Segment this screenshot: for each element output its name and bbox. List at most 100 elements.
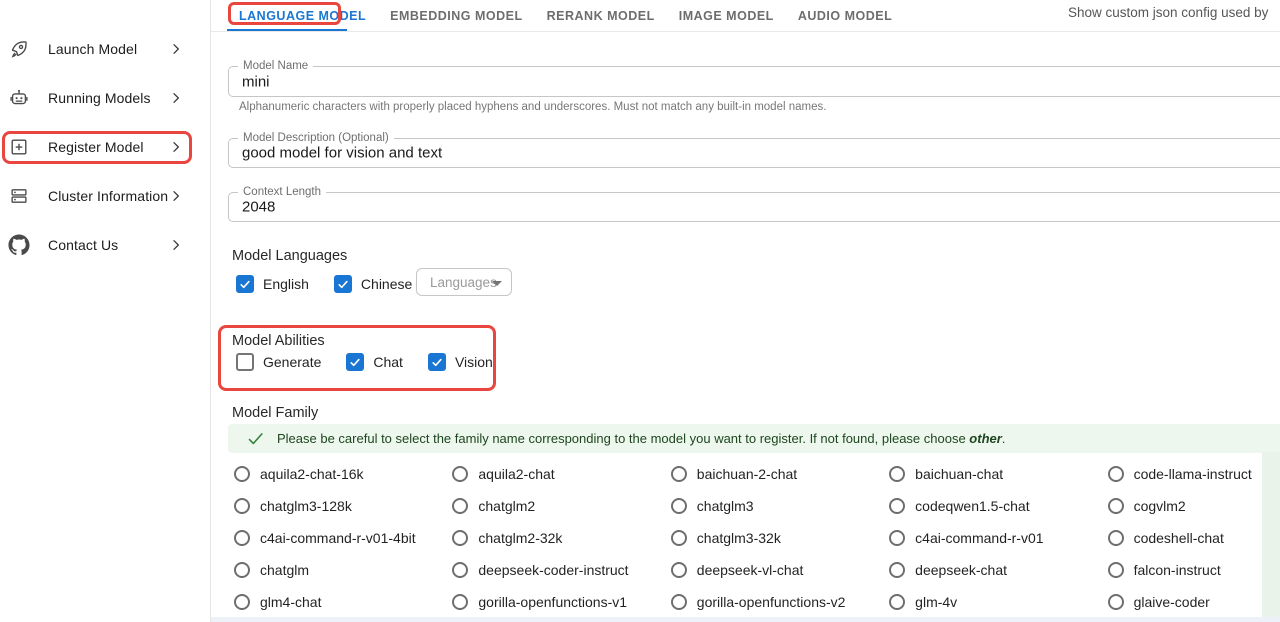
model-abilities-heading: Model Abilities xyxy=(232,333,325,349)
model-description-field[interactable]: Model Description (Optional) good model … xyxy=(228,138,1280,168)
languages-select-placeholder: Languages xyxy=(430,275,497,290)
ability-vision-checkbox[interactable]: Vision xyxy=(428,353,503,371)
model-family-option-label: chatglm3-128k xyxy=(260,498,352,514)
radio-icon xyxy=(889,498,905,514)
model-family-option-code-llama-instruct[interactable]: code-llama-instruct xyxy=(1104,458,1280,490)
radio-icon xyxy=(234,562,250,578)
radio-icon xyxy=(671,530,687,546)
model-abilities-group: Generate Chat Vision xyxy=(236,353,518,371)
model-family-option-label: baichuan-2-chat xyxy=(697,466,797,482)
radio-icon xyxy=(671,562,687,578)
model-family-option-chatglm3[interactable]: chatglm3 xyxy=(667,490,885,522)
language-english-checkbox[interactable]: English xyxy=(236,275,319,293)
model-family-option-gorilla-openfunctions-v1[interactable]: gorilla-openfunctions-v1 xyxy=(448,586,666,618)
model-family-option-chatglm3-128k[interactable]: chatglm3-128k xyxy=(230,490,448,522)
model-family-option-glm4-chat[interactable]: glm4-chat xyxy=(230,586,448,618)
model-family-option-aquila2-chat[interactable]: aquila2-chat xyxy=(448,458,666,490)
model-family-option-chatglm3-32k[interactable]: chatglm3-32k xyxy=(667,522,885,554)
tab-image-model[interactable]: IMAGE MODEL xyxy=(667,0,786,31)
model-family-option-label: baichuan-chat xyxy=(915,466,1003,482)
model-family-option-c4ai-command-r-v01[interactable]: c4ai-command-r-v01 xyxy=(885,522,1103,554)
model-family-option-baichuan-2-chat[interactable]: baichuan-2-chat xyxy=(667,458,885,490)
register-model-page: Launch Model Running Models Register Mod… xyxy=(0,0,1280,622)
model-family-option-glaive-coder[interactable]: glaive-coder xyxy=(1104,586,1280,618)
sidebar-item-label: Running Models xyxy=(48,90,151,106)
model-family-option-codeshell-chat[interactable]: codeshell-chat xyxy=(1104,522,1280,554)
github-icon xyxy=(8,234,30,256)
model-family-option-chatglm2[interactable]: chatglm2 xyxy=(448,490,666,522)
sidebar-item-register-model[interactable]: Register Model xyxy=(0,129,210,165)
tab-language-model[interactable]: LANGUAGE MODEL xyxy=(227,0,378,31)
model-family-option-aquila2-chat-16k[interactable]: aquila2-chat-16k xyxy=(230,458,448,490)
ability-generate-checkbox[interactable]: Generate xyxy=(236,353,331,371)
tab-embedding-model[interactable]: EMBEDDING MODEL xyxy=(378,0,535,31)
radio-icon xyxy=(671,466,687,482)
model-family-option-falcon-instruct[interactable]: falcon-instruct xyxy=(1104,554,1280,586)
model-family-option-deepseek-chat[interactable]: deepseek-chat xyxy=(885,554,1103,586)
radio-icon xyxy=(234,530,250,546)
checkbox-label: Chat xyxy=(373,354,403,370)
sidebar-item-label: Cluster Information xyxy=(48,188,168,204)
chevron-right-icon xyxy=(168,188,184,204)
cluster-icon xyxy=(8,185,30,207)
checkbox-label: English xyxy=(263,276,309,292)
model-family-option-deepseek-coder-instruct[interactable]: deepseek-coder-instruct xyxy=(448,554,666,586)
dropdown-caret-icon xyxy=(492,281,502,286)
radio-icon xyxy=(452,466,468,482)
model-name-field[interactable]: Model Name mini xyxy=(228,66,1280,97)
model-family-option-label: gorilla-openfunctions-v2 xyxy=(697,594,846,610)
radio-icon xyxy=(1108,562,1124,578)
languages-select[interactable]: Languages xyxy=(416,268,512,296)
model-family-options: aquila2-chat-16k aquila2-chat baichuan-2… xyxy=(230,458,1280,618)
model-family-option-label: aquila2-chat-16k xyxy=(260,466,364,482)
tab-audio-model[interactable]: AUDIO MODEL xyxy=(786,0,904,31)
sidebar-item-cluster-information[interactable]: Cluster Information xyxy=(0,178,210,214)
model-family-option-c4ai-command-r-v01-4bit[interactable]: c4ai-command-r-v01-4bit xyxy=(230,522,448,554)
sidebar-item-launch-model[interactable]: Launch Model xyxy=(0,31,210,67)
language-chinese-checkbox[interactable]: Chinese xyxy=(334,275,422,293)
checkbox-label: Vision xyxy=(455,354,493,370)
model-family-option-baichuan-chat[interactable]: baichuan-chat xyxy=(885,458,1103,490)
ability-chat-checkbox[interactable]: Chat xyxy=(346,353,413,371)
model-name-label: Model Name xyxy=(238,60,313,72)
checkbox-label: Chinese xyxy=(361,276,412,292)
model-family-option-deepseek-vl-chat[interactable]: deepseek-vl-chat xyxy=(667,554,885,586)
sidebar-item-contact-us[interactable]: Contact Us xyxy=(0,227,210,263)
context-length-field[interactable]: Context Length 2048 xyxy=(228,192,1280,222)
context-length-value: 2048 xyxy=(242,199,275,216)
radio-icon xyxy=(1108,466,1124,482)
radio-icon xyxy=(234,594,250,610)
model-family-option-label: deepseek-vl-chat xyxy=(697,562,804,578)
model-family-option-label: glm4-chat xyxy=(260,594,321,610)
model-family-option-cogvlm2[interactable]: cogvlm2 xyxy=(1104,490,1280,522)
model-family-option-label: code-llama-instruct xyxy=(1134,466,1252,482)
model-description-label: Model Description (Optional) xyxy=(238,132,394,144)
checkbox-checked-icon xyxy=(428,353,446,371)
show-json-config-link[interactable]: Show custom json config used by xyxy=(1068,5,1268,20)
radio-icon xyxy=(452,530,468,546)
radio-icon xyxy=(671,498,687,514)
model-family-option-label: deepseek-coder-instruct xyxy=(478,562,628,578)
right-edge-panel-sliver xyxy=(1262,452,1280,622)
model-family-option-label: glm-4v xyxy=(915,594,957,610)
model-family-option-gorilla-openfunctions-v2[interactable]: gorilla-openfunctions-v2 xyxy=(667,586,885,618)
model-family-option-label: glaive-coder xyxy=(1134,594,1210,610)
model-family-option-codeqwen1-5-chat[interactable]: codeqwen1.5-chat xyxy=(885,490,1103,522)
model-family-option-label: deepseek-chat xyxy=(915,562,1007,578)
radio-icon xyxy=(1108,530,1124,546)
radio-icon xyxy=(671,594,687,610)
context-length-label: Context Length xyxy=(238,186,326,198)
model-family-option-chatglm2-32k[interactable]: chatglm2-32k xyxy=(448,522,666,554)
tabbar-divider xyxy=(211,31,1280,32)
radio-icon xyxy=(889,530,905,546)
checkbox-checked-icon xyxy=(236,275,254,293)
model-family-option-chatglm[interactable]: chatglm xyxy=(230,554,448,586)
model-family-option-label: chatglm2 xyxy=(478,498,535,514)
robot-icon xyxy=(8,87,30,109)
sidebar-item-running-models[interactable]: Running Models xyxy=(0,80,210,116)
rocket-launch-icon xyxy=(8,38,30,60)
tab-rerank-model[interactable]: RERANK MODEL xyxy=(535,0,667,31)
model-family-option-glm-4v[interactable]: glm-4v xyxy=(885,586,1103,618)
chevron-right-icon xyxy=(168,41,184,57)
radio-icon xyxy=(234,466,250,482)
